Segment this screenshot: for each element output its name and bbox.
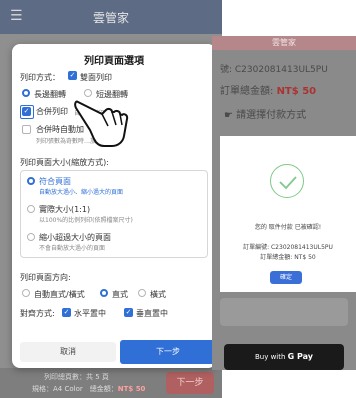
orient-portrait-label: 直式	[112, 290, 128, 299]
left-phone-screen: ☰ 雲管家 列印總頁數：共 5 頁 規格：A4 Color 總金額：NT$ 50…	[0, 0, 222, 398]
hand-pointer-icon: ☛	[224, 110, 233, 121]
right-app-header: 雲管家	[212, 36, 356, 50]
next-button[interactable]: 下一步	[120, 340, 216, 364]
page-size-options: 符合頁面 自動放大過小、縮小過大的頁面 實際大小(1:1) 以100%的比例列印…	[20, 170, 208, 258]
size-shrink-radio[interactable]	[27, 233, 35, 241]
duplex-checkbox[interactable]: ✓	[68, 71, 77, 80]
orient-landscape-label: 橫式	[150, 290, 166, 299]
app-header: ☰ 雲管家	[0, 0, 222, 34]
gpay-brand: G Pay	[287, 352, 314, 361]
orient-auto-radio[interactable]	[22, 289, 30, 297]
bottom-next-button[interactable]: 下一步	[166, 372, 214, 394]
auto-combine-checkbox[interactable]	[22, 125, 31, 134]
combine-checkbox[interactable]: ✓	[22, 107, 31, 116]
pay-method-label: 請選擇付款方式	[236, 110, 307, 121]
size-shrink-sub: 不會自動放大過小的頁面	[39, 245, 106, 252]
confirm-button[interactable]: 確定	[270, 271, 302, 284]
order-total-label: 訂單總金額:	[220, 86, 277, 97]
pointing-hand-icon	[74, 100, 129, 147]
spec-label: 規格：A4 Color 總金額：	[32, 385, 118, 393]
spec-and-amount: 規格：A4 Color 總金額：NT$ 50	[32, 384, 145, 394]
dialog-title: 列印頁面選項	[84, 56, 144, 67]
orient-portrait-radio[interactable]	[100, 289, 108, 297]
size-fit-radio[interactable]	[27, 177, 35, 185]
h-center-label: 水平置中	[74, 309, 106, 318]
order-summary-bar: 列印總頁數：共 5 頁 規格：A4 Color 總金額：NT$ 50 下一步	[0, 368, 222, 398]
google-pay-button[interactable]: Buy with G Pay	[224, 344, 344, 370]
size-actual-radio[interactable]	[27, 205, 35, 213]
size-fit-label: 符合頁面	[39, 177, 71, 186]
long-edge-label: 長邊翻轉	[34, 90, 66, 99]
size-shrink-label: 縮小超過大小的頁面	[39, 233, 111, 242]
gpay-text: Buy with	[254, 353, 288, 361]
confirm-order-number: 訂單編號: C2302081413UL5PU	[243, 244, 333, 251]
total-pages: 列印總頁數：共 5 頁	[44, 373, 109, 381]
order-total-amount: NT$ 50	[276, 86, 317, 97]
payment-card-placeholder	[220, 298, 348, 326]
size-actual-sub: 以100%的比例列印(依照檔案尺寸)	[39, 217, 133, 224]
right-phone-screen: 雲管家 號: C2302081413UL5PU 訂單總金額: NT$ 50 ☛ …	[212, 36, 356, 370]
print-mode-label: 列印方式：	[20, 73, 60, 82]
orient-landscape-radio[interactable]	[138, 289, 146, 297]
confirm-modal: 您的 取件付款 已被確認! 訂單編號: C2302081413UL5PU 訂單總…	[220, 136, 356, 292]
v-center-checkbox[interactable]: ✓	[124, 308, 133, 317]
confirm-amount: 訂單總金額: NT$ 50	[260, 254, 316, 261]
cancel-button[interactable]: 取消	[20, 342, 116, 362]
orient-auto-label: 自動直式/橫式	[34, 290, 85, 299]
page-size-label: 列印頁面大小(縮放方式):	[20, 158, 109, 167]
confirm-message: 您的 取件付款 已被確認!	[254, 224, 322, 231]
align-label: 對齊方式:	[20, 309, 55, 318]
total-amount: NT$ 50	[117, 385, 146, 393]
pay-method-heading: ☛ 請選擇付款方式	[224, 106, 306, 121]
success-check-icon	[270, 164, 304, 198]
size-actual-label: 實際大小(1:1)	[39, 205, 91, 214]
order-number: 號: C2302081413UL5PU	[220, 65, 328, 75]
order-total: 訂單總金額: NT$ 50	[220, 82, 316, 97]
orientation-label: 列印頁面方向:	[20, 273, 71, 282]
size-fit-sub: 自動放大過小、縮小過大的頁面	[39, 189, 124, 196]
duplex-label: 雙面列印	[80, 73, 112, 82]
h-center-checkbox[interactable]: ✓	[62, 308, 71, 317]
long-edge-radio[interactable]	[22, 89, 30, 97]
combine-label: 合併列印	[36, 107, 68, 116]
v-center-label: 垂直置中	[136, 309, 168, 318]
app-title: 雲管家	[92, 11, 129, 25]
